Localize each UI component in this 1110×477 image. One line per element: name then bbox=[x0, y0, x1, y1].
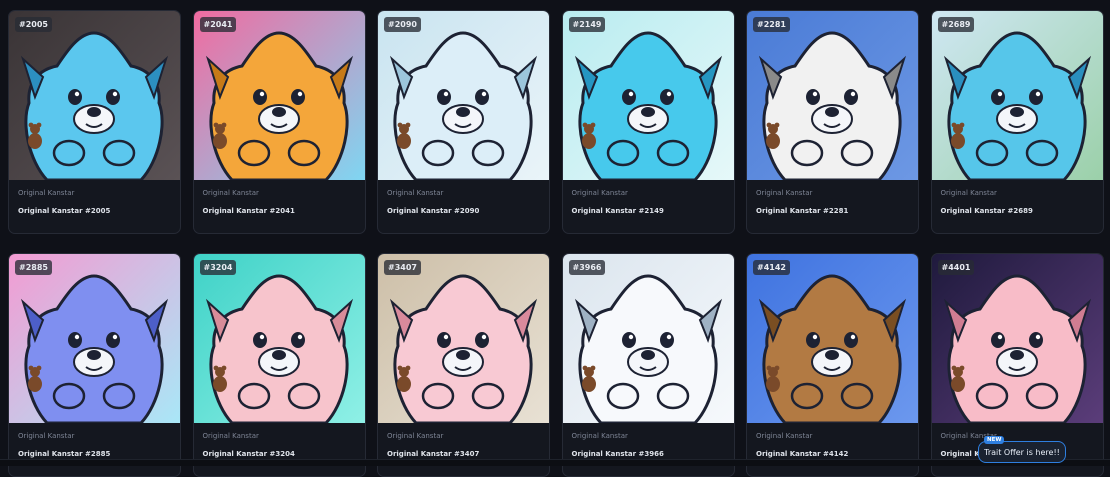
nft-image[interactable]: #2281 bbox=[747, 11, 918, 180]
collection-name: Original Kanstar bbox=[202, 189, 259, 197]
token-id-badge: #2689 bbox=[937, 17, 975, 32]
token-id-badge: #4142 bbox=[753, 260, 790, 275]
collection-name: Original Kanstar bbox=[202, 432, 259, 440]
nft-card[interactable]: #2281 Original Kanstar Original Kanstar #2… bbox=[746, 10, 919, 234]
token-id-badge: #4401 bbox=[937, 260, 975, 275]
nft-title[interactable]: Original Kanstar #3966 bbox=[572, 450, 725, 458]
character-illustration bbox=[931, 11, 1103, 180]
character-illustration bbox=[378, 254, 549, 423]
character-illustration bbox=[9, 11, 180, 180]
nft-title[interactable]: Original Kanstar #2149 bbox=[572, 207, 725, 215]
nft-image[interactable]: #4142 bbox=[747, 254, 918, 423]
nft-image[interactable]: #3204 bbox=[193, 254, 365, 423]
character-illustration bbox=[9, 254, 180, 423]
nft-title[interactable]: Original Kanstar #2281 bbox=[756, 207, 909, 215]
character-illustration bbox=[931, 254, 1103, 423]
collection-name: Original Kanstar bbox=[571, 189, 628, 197]
token-id-badge: #3204 bbox=[199, 260, 237, 275]
collection-name: Original Kanstar bbox=[756, 432, 813, 440]
nft-card[interactable]: #2005 Original Kanstar Original Kanstar #2… bbox=[8, 10, 181, 234]
collection-name: Original Kanstar bbox=[387, 189, 444, 197]
nft-title[interactable]: Original Kanstar #3204 bbox=[203, 450, 356, 458]
collection-name: Original Kanstar bbox=[18, 189, 75, 197]
token-id-badge: #2149 bbox=[568, 17, 606, 32]
nft-image[interactable]: #3407 bbox=[378, 254, 549, 423]
collection-name: Original Kanstar bbox=[387, 432, 444, 440]
character-illustration bbox=[378, 11, 549, 180]
nft-card[interactable]: #2090 Original Kanstar Original Kanstar #2… bbox=[377, 10, 550, 234]
nft-title[interactable]: Original Kanstar #2005 bbox=[18, 207, 171, 215]
token-id-badge: #2281 bbox=[753, 17, 790, 32]
nft-title[interactable]: Original Kanstar #2041 bbox=[203, 207, 356, 215]
nft-title[interactable]: Original Kanstar #3407 bbox=[387, 450, 540, 458]
token-id-badge: #3407 bbox=[384, 260, 421, 275]
nft-card[interactable]: #3407 Original Kanstar Original Kanstar #3… bbox=[377, 253, 550, 477]
collection-name: Original Kanstar bbox=[756, 189, 813, 197]
toast-text: Trait Offer is here!! bbox=[984, 447, 1060, 457]
nft-title[interactable]: Original Kanstar #4142 bbox=[756, 450, 909, 458]
nft-image[interactable]: #3966 bbox=[562, 254, 734, 423]
nft-card[interactable]: #3966 Original Kanstar Original Kanstar #3… bbox=[561, 253, 735, 477]
nft-image[interactable]: #2885 bbox=[9, 254, 180, 423]
new-badge: NEW bbox=[984, 436, 1005, 444]
nft-image[interactable]: #2005 bbox=[9, 11, 180, 180]
nft-card[interactable]: #2041 Original Kanstar Original Kanstar #2… bbox=[192, 10, 366, 234]
nft-image[interactable]: #4401 bbox=[931, 254, 1103, 423]
character-illustration bbox=[747, 11, 918, 180]
nft-card[interactable]: #2885 Original Kanstar Original Kanstar #2… bbox=[8, 253, 181, 477]
nft-card[interactable]: #2689 Original Kanstar Original Kanstar #2… bbox=[930, 10, 1104, 234]
character-illustration bbox=[747, 254, 918, 423]
token-id-badge: #2005 bbox=[15, 17, 52, 32]
nft-grid: #2005 Original Kanstar Original Kanstar #2… bbox=[8, 10, 1110, 477]
collection-name: Original Kanstar bbox=[18, 432, 75, 440]
token-id-badge: #2041 bbox=[199, 17, 237, 32]
nft-card[interactable]: #3204 Original Kanstar Original Kanstar #3… bbox=[192, 253, 366, 477]
nft-image[interactable]: #2149 bbox=[562, 11, 734, 180]
token-id-badge: #3966 bbox=[568, 260, 606, 275]
character-illustration bbox=[562, 11, 734, 180]
bottom-bar bbox=[0, 459, 1110, 466]
character-illustration bbox=[193, 11, 365, 180]
nft-title[interactable]: Original Kanstar #2090 bbox=[387, 207, 540, 215]
nft-image[interactable]: #2041 bbox=[193, 11, 365, 180]
nft-title[interactable]: Original Kanstar #2885 bbox=[18, 450, 171, 458]
nft-image[interactable]: #2689 bbox=[931, 11, 1103, 180]
character-illustration bbox=[193, 254, 365, 423]
token-id-badge: #2090 bbox=[384, 17, 421, 32]
nft-title[interactable]: Original Kanstar #2689 bbox=[941, 207, 1094, 215]
nft-card[interactable]: #2149 Original Kanstar Original Kanstar #2… bbox=[561, 10, 735, 234]
collection-name: Original Kanstar bbox=[940, 189, 997, 197]
nft-image[interactable]: #2090 bbox=[378, 11, 549, 180]
character-illustration bbox=[562, 254, 734, 423]
collection-name: Original Kanstar bbox=[940, 432, 997, 440]
trait-offer-toast[interactable]: NEW Trait Offer is here!! bbox=[978, 436, 1066, 463]
collection-name: Original Kanstar bbox=[571, 432, 628, 440]
token-id-badge: #2885 bbox=[15, 260, 52, 275]
nft-card[interactable]: #4142 Original Kanstar Original Kanstar #4… bbox=[746, 253, 919, 477]
